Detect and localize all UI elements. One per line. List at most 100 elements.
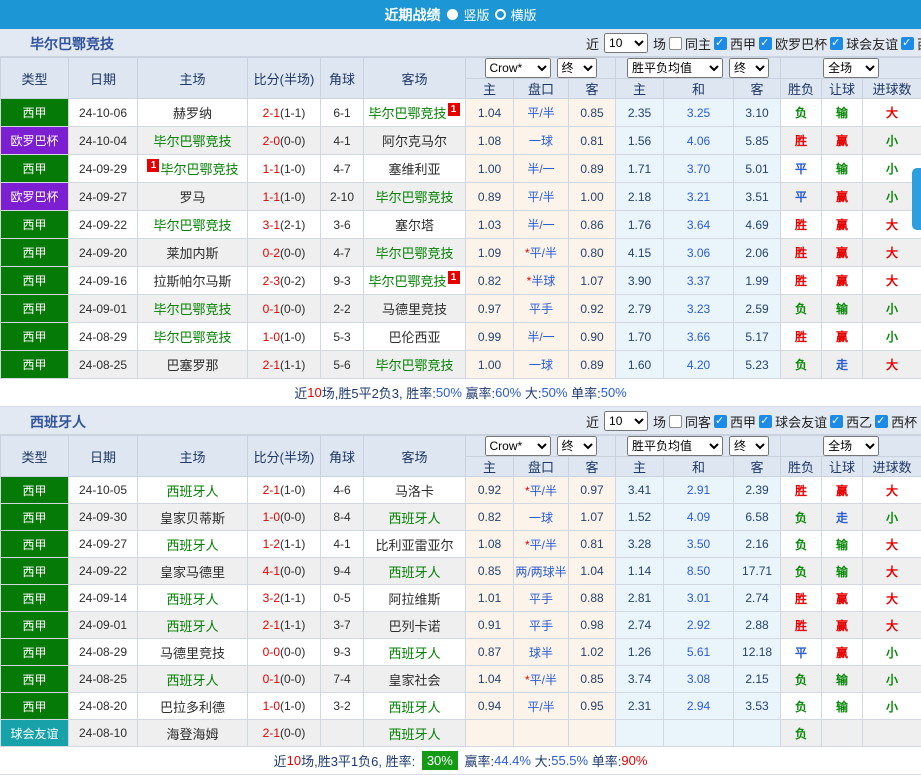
- avg-type-select[interactable]: 胜平负均值: [627, 436, 724, 456]
- column-header: 比分(半场): [247, 435, 321, 477]
- home-team: 莱加内斯: [137, 238, 248, 267]
- home-team-name: 西班牙人: [166, 672, 219, 688]
- match-scope-select[interactable]: 全场: [823, 436, 880, 456]
- handicap-cell: *平/半: [513, 476, 569, 504]
- match-count-select[interactable]: 10: [604, 33, 649, 53]
- column-header: 主场: [137, 435, 248, 477]
- avg-type-select[interactable]: 胜平负均值: [627, 58, 724, 78]
- match-result: 负: [780, 530, 823, 558]
- match-date: 24-09-30: [68, 503, 138, 531]
- summary-segment: 60%: [495, 385, 522, 400]
- home-water-odds: 0.94: [465, 692, 514, 720]
- avg-away-odds: 5.01: [733, 154, 782, 183]
- goals-result: 大: [862, 238, 921, 267]
- avg-away-odds: 3.53: [733, 692, 782, 720]
- summary-segment: 赢率:: [460, 754, 495, 769]
- home-team-name: 海登海姆: [166, 726, 219, 742]
- away-water-odds: 0.92: [567, 294, 617, 323]
- halftime-score: (1-0): [280, 161, 306, 176]
- handicap-cell: 半/一: [513, 210, 569, 239]
- handicap-cell: *平/半: [513, 665, 569, 693]
- league-checkbox[interactable]: [830, 36, 844, 50]
- handicap-cell: *平/半: [513, 238, 569, 267]
- odds-company-select[interactable]: Crow*: [484, 58, 551, 78]
- match-result: 胜: [780, 210, 823, 239]
- odds-company-select[interactable]: Crow*: [484, 436, 551, 456]
- away-water-odds: 0.97: [567, 476, 617, 504]
- home-water-odds: 0.91: [465, 611, 514, 639]
- horizontal-radio-label[interactable]: 横版: [511, 5, 537, 24]
- home-water-odds: 1.08: [465, 530, 514, 558]
- odds-time-select[interactable]: 终: [556, 436, 597, 456]
- vertical-radio-label[interactable]: 竖版: [463, 5, 489, 24]
- handicap-name: 平手: [528, 618, 553, 633]
- league-badge: 西甲: [0, 322, 69, 351]
- sub-column-header: 进球数: [862, 78, 921, 99]
- away-team-name: 毕尔巴鄂竞技: [368, 106, 447, 121]
- away-water-odds: 1.04: [567, 557, 617, 585]
- handicap-name: 一球: [528, 134, 553, 148]
- avg-away-odds: 6.58: [733, 503, 782, 531]
- fulltime-score: 0-1: [262, 672, 280, 686]
- avg-home-odds: 1.71: [615, 154, 665, 183]
- vertical-radio[interactable]: [447, 9, 459, 20]
- scrollbar-thumb[interactable]: [912, 168, 921, 230]
- match-scope-select[interactable]: 全场: [823, 58, 880, 78]
- match-date: 24-08-10: [68, 719, 138, 747]
- league-checkbox[interactable]: [759, 36, 773, 50]
- goals-result: 小: [862, 692, 921, 720]
- league-badge: 西甲: [0, 238, 69, 267]
- team-filter-bar: 西班牙人 近10场 同客 西甲 球会友谊 西乙 西杯: [0, 407, 921, 435]
- sub-column-header: 客: [733, 456, 782, 477]
- away-team-name: 西班牙人: [388, 564, 441, 580]
- table-row: 欧罗巴杯 24-09-27 罗马 1-1(1-0) 2-10 毕尔巴鄂竞技 0.89 平/半 1…: [0, 182, 921, 211]
- goals-result: 大: [862, 98, 921, 127]
- match-result: 胜: [780, 476, 823, 504]
- summary-segment: 44.4%: [494, 753, 531, 768]
- halftime-score: (0-0): [280, 564, 306, 578]
- same-venue-checkbox[interactable]: [669, 36, 683, 50]
- horizontal-radio[interactable]: [494, 9, 506, 20]
- away-team-name: 塞维利亚: [388, 162, 441, 177]
- odds-time-select[interactable]: 终: [556, 58, 597, 78]
- summary-segment: 单率:: [588, 754, 622, 769]
- home-team-name: 西班牙人: [166, 483, 219, 499]
- corner-score: 2-10: [320, 182, 364, 211]
- match-result: 负: [780, 692, 823, 720]
- avg-home-odds: 1.56: [615, 126, 665, 155]
- league-checkbox[interactable]: [714, 36, 728, 50]
- league-checkbox[interactable]: [830, 414, 844, 428]
- fulltime-score: 1-0: [262, 699, 280, 713]
- handicap-result: 赢: [821, 611, 864, 639]
- avg-home-odds: 4.15: [615, 238, 665, 267]
- match-count-select[interactable]: 10: [604, 411, 649, 431]
- sub-column-header: 主: [465, 78, 514, 99]
- home-team-name: 莱加内斯: [166, 246, 219, 261]
- home-water-odds: 0.85: [465, 557, 514, 585]
- home-team: 赫罗纳: [137, 98, 248, 127]
- match-date: 24-09-27: [68, 182, 138, 211]
- avg-draw-odds: 8.50: [663, 557, 735, 585]
- column-header: 日期: [68, 435, 138, 477]
- league-checkbox[interactable]: [714, 414, 728, 428]
- same-venue-checkbox[interactable]: [669, 414, 683, 428]
- summary-line: 近 10 场,胜5平2负3, 胜率: 50% 赢率: 60% 大: 50% 单率: 50%: [0, 379, 921, 407]
- avg-away-odds: 2.15: [733, 665, 782, 693]
- match-date: 24-09-22: [68, 210, 138, 239]
- score: 1-0(0-0): [247, 503, 321, 531]
- home-water-odds: 0.89: [465, 182, 514, 211]
- league-checkbox[interactable]: [901, 36, 915, 50]
- table-row: 西甲 24-09-16 拉斯帕尔马斯 2-3(0-2) 9-3 毕尔巴鄂竞技 1 0.82 *半…: [0, 266, 921, 295]
- home-team: 拉斯帕尔马斯: [137, 266, 248, 295]
- fulltime-score: 2-1: [262, 726, 280, 740]
- away-water-odds: 0.98: [567, 611, 617, 639]
- handicap-name: 半/一: [527, 162, 555, 176]
- home-team-name: 赫罗纳: [172, 106, 212, 121]
- avg-time-select[interactable]: 终: [729, 436, 770, 456]
- avg-time-select[interactable]: 终: [729, 58, 770, 78]
- avg-home-odds: 3.74: [615, 665, 665, 693]
- avg-draw-odds: 3.70: [663, 154, 735, 183]
- league-checkbox[interactable]: [875, 414, 889, 428]
- fulltime-score: 3-2: [262, 591, 280, 605]
- league-checkbox[interactable]: [759, 414, 773, 428]
